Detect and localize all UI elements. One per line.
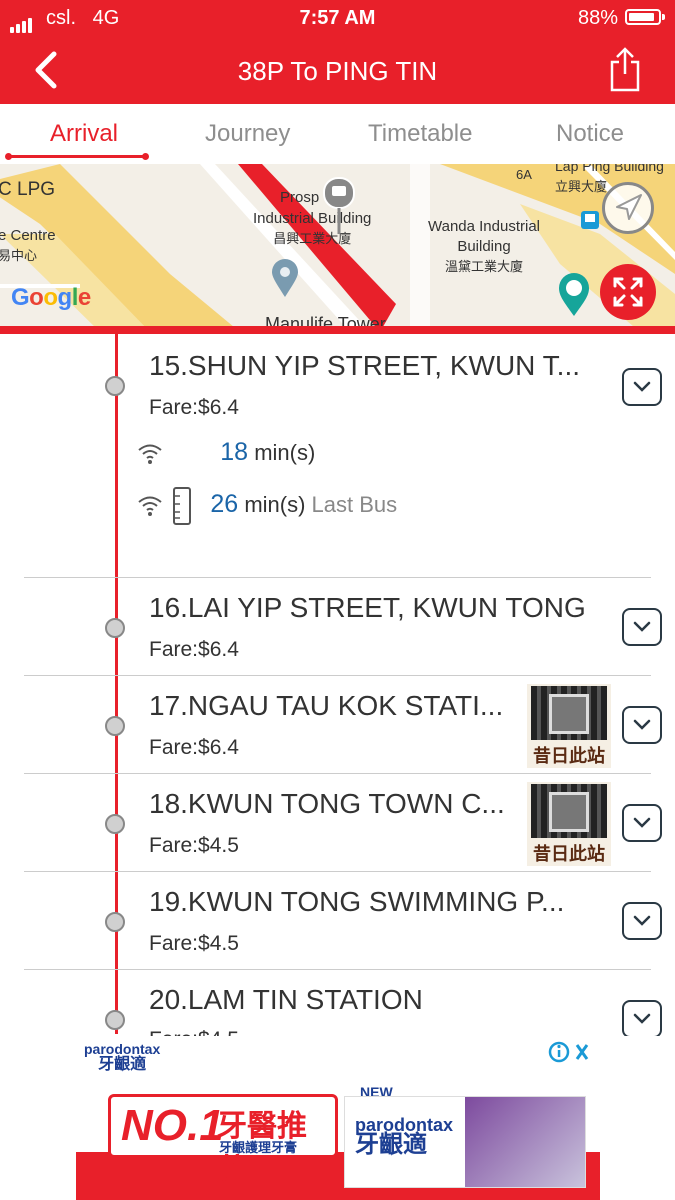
stop-dot [105, 814, 125, 834]
stop-name: 18.KWUN TONG TOWN C... [149, 788, 505, 819]
stop-item[interactable]: 17.NGAU TAU KOK STATI... Fare:$6.4 昔日此站 [0, 676, 675, 774]
bus-stop-marker-icon[interactable] [322, 176, 356, 236]
eta-row: 18 min(s) [136, 438, 315, 467]
bus-poi-icon [581, 211, 599, 229]
eta-minutes: 18 [220, 438, 249, 466]
eta-row: 26 min(s) Last Bus [136, 486, 397, 526]
status-bar: csl. 4G 7:57 AM 88% [0, 0, 675, 36]
tab-timetable[interactable]: Timetable [368, 120, 472, 148]
stop-dot [105, 912, 125, 932]
route-line-top [0, 326, 675, 334]
old-stop-caption: 昔日此站 [533, 746, 605, 767]
battery-percent: 88% [578, 7, 619, 29]
chevron-down-icon [633, 817, 651, 828]
ad-banner[interactable]: parodontax 牙齦適 NO.1 牙醫推薦 牙齦護理牙膏 NEW parod… [0, 1036, 675, 1200]
expand-stop-button[interactable] [622, 804, 662, 842]
stop-name: 16.LAI YIP STREET, KWUN TONG [149, 592, 586, 623]
chevron-down-icon [633, 381, 651, 392]
old-stop-caption: 昔日此站 [533, 844, 605, 865]
expand-stop-button[interactable] [622, 706, 662, 744]
map-label-lpg: C LPG [0, 179, 56, 200]
map-label-wanda: Wanda Industrial Building 溫黛工業大廈 [428, 218, 541, 274]
expand-stop-button[interactable] [622, 902, 662, 940]
route-map[interactable]: C LPG e Centre 易中心 Prosp Industrial Build… [0, 164, 675, 332]
stop-item[interactable]: 16.LAI YIP STREET, KWUN TONG Fare:$6.4 [0, 578, 675, 676]
stop-name: 20.LAM TIN STATION [149, 984, 423, 1015]
last-bus-note: Last Bus [311, 491, 398, 517]
stop-dot [105, 618, 125, 638]
chevron-down-icon [633, 1013, 651, 1024]
stop-name: 15.SHUN YIP STREET, KWUN T... [149, 350, 581, 381]
tab-notice[interactable]: Notice [556, 120, 624, 148]
expand-stop-button[interactable] [622, 1000, 662, 1036]
stop-fare: Fare:$4.5 [149, 932, 239, 955]
eta-unit: min(s) [254, 440, 316, 465]
map-label-centre: e Centre 易中心 [0, 227, 56, 263]
old-stop-photo[interactable]: 昔日此站 [527, 782, 611, 866]
map-label-route-6a: 6A [516, 167, 532, 182]
wifi-icon [138, 444, 162, 465]
expand-stop-button[interactable] [622, 368, 662, 406]
chevron-down-icon [633, 621, 651, 632]
battery-icon [625, 9, 665, 25]
timetable-icon [173, 487, 192, 525]
bus-photo-image [531, 686, 607, 740]
expand-stop-button[interactable] [622, 608, 662, 646]
stop-fare: Fare:$6.4 [149, 396, 239, 419]
eta-unit: min(s) [244, 491, 306, 517]
google-logo: Google [11, 284, 91, 311]
ad-product-box: parodontax 牙齦適 [344, 1096, 586, 1188]
tab-arrival[interactable]: Arrival [50, 120, 118, 148]
chevron-down-icon [633, 719, 651, 730]
share-icon [610, 47, 640, 92]
eta-minutes: 26 [210, 489, 239, 518]
app-header: 38P To PING TIN [0, 36, 675, 104]
stop-item[interactable]: 20.LAM TIN STATION Fare:$4.5 [0, 970, 675, 1036]
chevron-down-icon [633, 915, 651, 926]
location-pin-icon [272, 259, 298, 297]
stop-dot [105, 1010, 125, 1030]
tab-journey[interactable]: Journey [205, 120, 290, 148]
stop-fare: Fare:$6.4 [149, 638, 239, 661]
expand-icon [613, 277, 643, 307]
stop-fare: Fare:$4.5 [149, 834, 239, 857]
stop-fare: Fare:$6.4 [149, 736, 239, 759]
ad-brand-logo: parodontax 牙齦適 [84, 1041, 161, 1073]
stop-dot [105, 376, 125, 396]
share-button[interactable] [605, 46, 645, 92]
art-gallery-pin-icon [559, 273, 589, 316]
old-stop-photo[interactable]: 昔日此站 [527, 684, 611, 768]
navigation-arrow-icon [616, 194, 642, 220]
stop-dot [105, 716, 125, 736]
my-location-button[interactable] [602, 182, 654, 234]
map-label-prosp: Prosp [280, 189, 320, 206]
stop-item[interactable]: 18.KWUN TONG TOWN C... Fare:$4.5 昔日此站 [0, 774, 675, 872]
stop-item[interactable]: 15.SHUN YIP STREET, KWUN T... Fare:$6.4 … [0, 334, 675, 578]
stop-name: 19.KWUN TONG SWIMMING P... [149, 886, 565, 917]
active-tab-indicator [5, 153, 149, 160]
stop-item[interactable]: 19.KWUN TONG SWIMMING P... Fare:$4.5 [0, 872, 675, 970]
stop-fare: Fare:$4.5 [149, 1028, 239, 1036]
page-title: 38P To PING TIN [237, 56, 438, 86]
expand-map-button[interactable] [600, 264, 656, 320]
bus-photo-image [531, 784, 607, 838]
wifi-icon [138, 496, 162, 516]
ad-choices-icon[interactable] [548, 1040, 594, 1070]
clock: 7:57 AM [299, 7, 376, 29]
ad-no1-badge: NO.1 牙醫推薦 牙齦護理牙膏 [108, 1094, 338, 1187]
stop-name: 17.NGAU TAU KOK STATI... [149, 690, 504, 721]
